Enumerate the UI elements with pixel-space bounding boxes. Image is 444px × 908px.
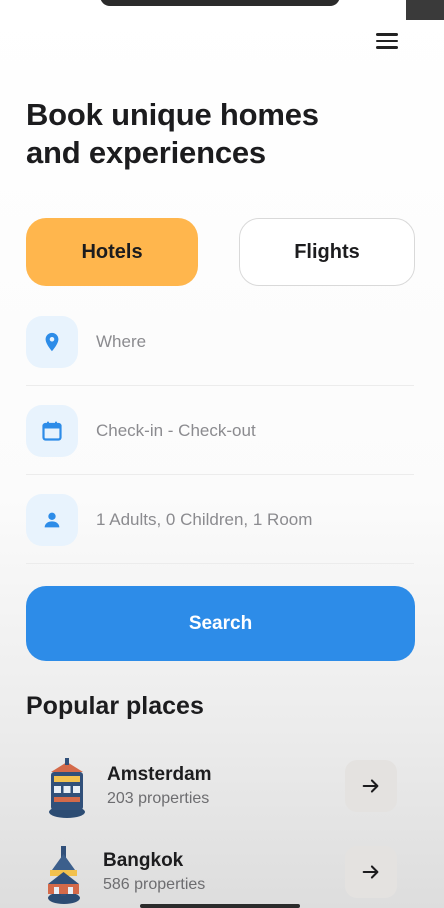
page-title: Book unique homes and experiences (26, 96, 386, 172)
bangkok-illustration (40, 844, 94, 906)
device-notch (100, 0, 340, 6)
place-name: Bangkok (103, 850, 184, 871)
search-button-label: Search (188, 612, 253, 634)
place-count: 203 properties (107, 790, 210, 807)
list-item-bangkok[interactable]: Bangkok 586 properties (40, 844, 400, 904)
app-screen: Book unique homes and experiences Hotels… (0, 0, 444, 908)
dates-field[interactable]: Check-in - Check-out (26, 387, 414, 475)
page-title-line-1: Book unique homes (26, 97, 319, 132)
popular-places-title: Popular places (26, 692, 204, 720)
search-button[interactable]: Search (26, 586, 415, 661)
dates-placeholder: Check-in - Check-out (96, 420, 256, 440)
location-pin-icon (26, 315, 78, 368)
arrow-right-icon[interactable] (345, 760, 397, 812)
tab-hotels-label: Hotels (81, 240, 143, 263)
tab-hotels[interactable]: Hotels (26, 218, 198, 286)
tab-flights-label: Flights (294, 240, 360, 263)
amsterdam-illustration (40, 758, 94, 820)
frame-edge (406, 0, 444, 20)
tab-flights[interactable]: Flights (239, 218, 415, 286)
hamburger-menu-icon[interactable] (376, 30, 402, 52)
page-title-line-2: and experiences (26, 135, 266, 170)
place-count: 586 properties (103, 876, 206, 893)
where-placeholder: Where (96, 331, 147, 351)
home-indicator (140, 904, 300, 908)
person-icon (26, 493, 78, 546)
calendar-icon (26, 404, 78, 457)
arrow-right-icon[interactable] (345, 846, 397, 898)
guests-value: 1 Adults, 0 Children, 1 Room (96, 509, 313, 529)
where-field[interactable]: Where (26, 298, 414, 386)
list-item-amsterdam[interactable]: Amsterdam 203 properties (40, 758, 400, 818)
place-name: Amsterdam (107, 764, 212, 785)
guests-field[interactable]: 1 Adults, 0 Children, 1 Room (26, 476, 414, 564)
